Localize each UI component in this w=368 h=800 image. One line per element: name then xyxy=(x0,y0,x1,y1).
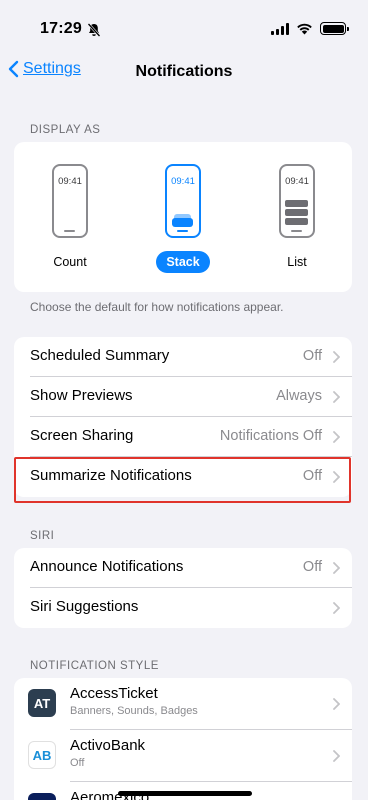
chevron-right-icon xyxy=(333,750,340,762)
chevron-right-icon xyxy=(333,698,340,710)
app-icon-text: AT xyxy=(33,695,51,711)
display-as-footnote: Choose the default for how notifications… xyxy=(30,300,284,314)
phone-time: 09:41 xyxy=(58,176,82,187)
list-phone-icon: 09:41 xyxy=(279,164,315,238)
notification-style-header: NOTIFICATION STYLE xyxy=(30,660,159,672)
scheduled-summary-row[interactable]: Scheduled Summary Off xyxy=(30,337,352,377)
siri-card: Announce Notifications Off Siri Suggesti… xyxy=(14,548,352,628)
display-option-label: List xyxy=(287,255,307,269)
battery-icon xyxy=(320,22,349,35)
row-value: Notifications Off xyxy=(219,428,322,444)
aeromexico-app-icon xyxy=(28,793,56,800)
chevron-right-icon xyxy=(333,602,340,614)
cellular-signal-icon xyxy=(271,22,289,35)
row-title: Scheduled Summary xyxy=(30,347,170,364)
phone-time: 09:41 xyxy=(171,176,195,187)
chevron-right-icon xyxy=(333,391,340,403)
notification-settings-card: Scheduled Summary Off Show Previews Alwa… xyxy=(14,337,352,497)
announce-notifications-row[interactable]: Announce Notifications Off xyxy=(30,548,352,588)
show-previews-row[interactable]: Show Previews Always xyxy=(30,377,352,417)
app-name: ActivoBank xyxy=(70,737,146,754)
row-title: Siri Suggestions xyxy=(30,598,139,615)
home-indicator xyxy=(118,791,252,796)
display-option-list[interactable]: 09:41 List xyxy=(262,164,332,273)
row-value: Off xyxy=(302,348,322,364)
siri-header: SIRI xyxy=(30,530,55,542)
screen-sharing-row[interactable]: Screen Sharing Notifications Off xyxy=(30,417,352,457)
notification-style-card: AT AccessTicket Banners, Sounds, Badges … xyxy=(14,678,352,800)
display-option-stack[interactable]: 09:41 Stack xyxy=(148,164,218,273)
display-as-card: 09:41 Count 09:41 Stack 09:41 List xyxy=(14,142,352,292)
status-bar: 17:29 xyxy=(0,0,368,56)
app-name: AccessTicket xyxy=(70,685,158,702)
siri-suggestions-row[interactable]: Siri Suggestions xyxy=(30,588,352,628)
summarize-notifications-row[interactable]: Summarize Notifications Off xyxy=(30,457,352,497)
bell-off-icon xyxy=(87,23,101,37)
app-row-activobank[interactable]: AB ActivoBank Off xyxy=(14,730,352,782)
row-title: Summarize Notifications xyxy=(30,467,192,484)
accessticket-app-icon: AT xyxy=(28,689,56,717)
row-title: Announce Notifications xyxy=(30,558,184,575)
page-title: Notifications xyxy=(135,63,233,80)
row-value: Off xyxy=(302,468,322,484)
phone-time: 09:41 xyxy=(285,176,309,187)
row-value: Off xyxy=(302,559,322,575)
app-icon-text: AB xyxy=(32,747,52,763)
chevron-right-icon xyxy=(333,562,340,574)
display-option-label: Count xyxy=(53,255,87,269)
chevron-right-icon xyxy=(333,471,340,483)
stack-phone-icon: 09:41 xyxy=(165,164,201,238)
row-value: Always xyxy=(276,388,322,404)
row-title: Show Previews xyxy=(30,387,133,404)
display-option-label: Stack xyxy=(156,251,210,273)
chevron-right-icon xyxy=(333,431,340,443)
row-title: Screen Sharing xyxy=(30,427,134,444)
app-row-accessticket[interactable]: AT AccessTicket Banners, Sounds, Badges xyxy=(14,678,352,730)
count-phone-icon: 09:41 xyxy=(52,164,88,238)
display-option-count[interactable]: 09:41 Count xyxy=(35,164,105,273)
app-subtitle: Banners, Sounds, Badges xyxy=(70,705,198,717)
display-as-header: DISPLAY AS xyxy=(30,124,101,136)
navigation-bar: Settings Notifications xyxy=(0,56,368,90)
app-subtitle: Off xyxy=(70,757,85,769)
status-time: 17:29 xyxy=(40,20,82,37)
chevron-right-icon xyxy=(333,351,340,363)
activobank-app-icon: AB xyxy=(28,741,56,769)
wifi-icon xyxy=(297,23,312,35)
